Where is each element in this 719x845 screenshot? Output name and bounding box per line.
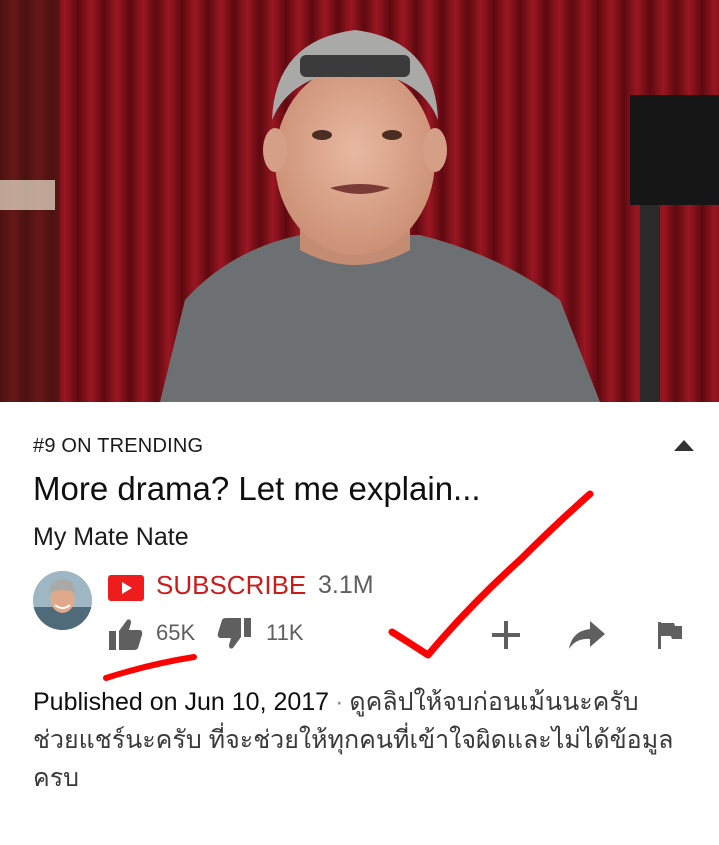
thumbs-down-icon[interactable] <box>216 617 252 651</box>
like-count[interactable]: 65K <box>156 620 195 646</box>
subscriber-count: 3.1M <box>318 571 374 599</box>
youtube-logo-icon <box>108 575 144 601</box>
avatar-image <box>33 571 92 630</box>
video-frame-image <box>0 0 719 402</box>
red-underline <box>103 654 197 681</box>
separator-dot: · <box>335 688 344 716</box>
video-player[interactable] <box>0 0 719 402</box>
description-line-1: ดูคลิปให้จบก่อนเม้นนะครับ <box>349 688 639 716</box>
video-description: Published on Jun 10, 2017 · ดูคลิปให้จบก่อ… <box>33 683 693 797</box>
channel-avatar[interactable] <box>33 571 92 630</box>
subscribe-button[interactable]: SUBSCRIBE <box>156 570 306 601</box>
publish-date: Published on Jun 10, 2017 <box>33 688 330 716</box>
video-title: More drama? Let me explain... <box>33 470 481 507</box>
dislike-count[interactable]: 11K <box>266 620 304 646</box>
thumbs-up-icon[interactable] <box>108 617 144 651</box>
trending-badge[interactable]: #9 ON TRENDING <box>33 435 203 458</box>
channel-name[interactable]: My Mate Nate <box>33 523 189 552</box>
chevron-up-icon[interactable] <box>672 437 696 453</box>
plus-icon[interactable] <box>490 619 522 651</box>
flag-icon[interactable] <box>656 620 684 650</box>
description-line-2: ช่วยแชร์นะครับ ที่จะช่วยให้ทุกคนที่เข้าใ… <box>33 726 674 792</box>
share-arrow-icon[interactable] <box>568 619 606 651</box>
